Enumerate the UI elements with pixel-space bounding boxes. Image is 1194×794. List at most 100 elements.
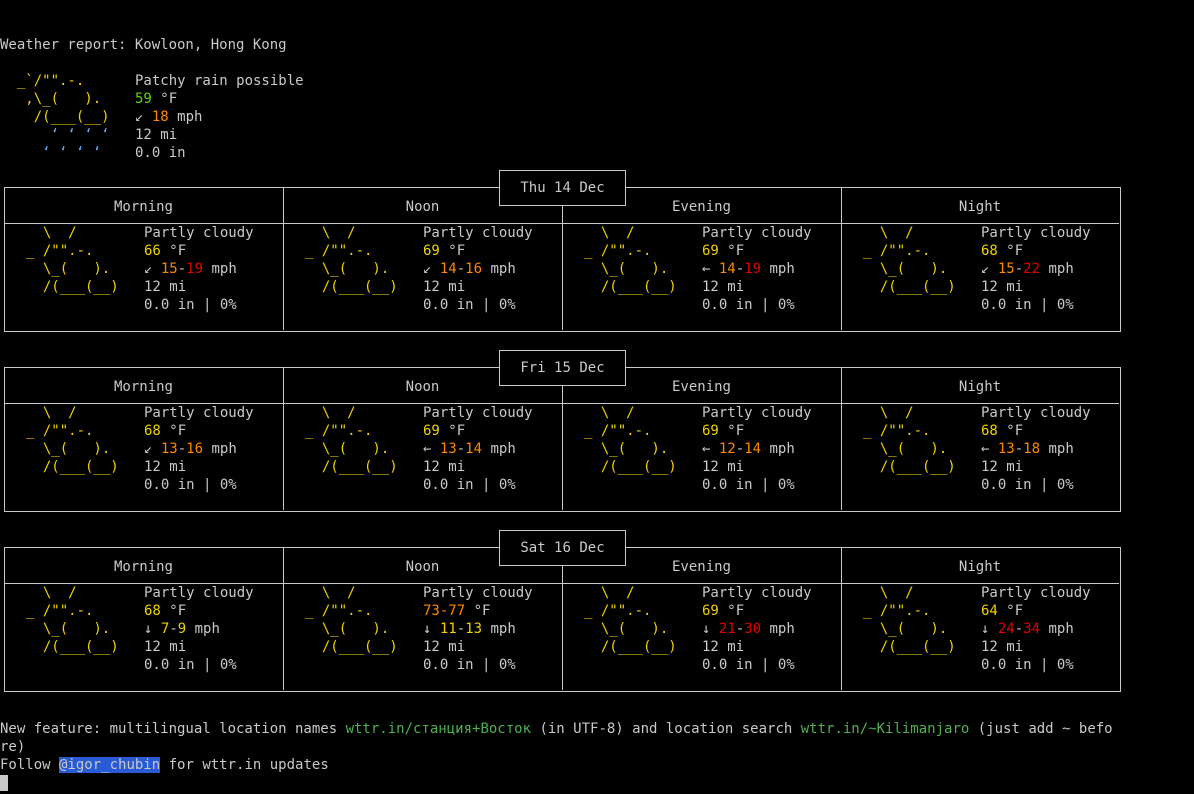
cloud-art-line: _ /"".-.	[863, 243, 965, 259]
cloud-art-line: _ /"".-.	[584, 423, 686, 439]
wind-direction-icon: ←	[981, 441, 990, 457]
cloud-art-line: /(___(__)	[863, 459, 965, 475]
cloud-art-line: /(___(__)	[305, 639, 407, 655]
cell-precip: 0.0 in | 0%	[144, 477, 237, 493]
cloud-art-line: \_( ).	[584, 621, 686, 637]
day-part-label: Morning	[113, 559, 173, 575]
cloud-art-line: _ /"".-.	[26, 243, 128, 259]
wind-direction-icon: ←	[423, 441, 432, 457]
day-part-label: Night	[958, 559, 1002, 575]
cloud-art-line: \_( ).	[26, 621, 128, 637]
feature-notice: New feature: multilingual location names…	[0, 721, 1113, 737]
cell-wind: ← 12-14 mph	[702, 441, 795, 457]
current-precip: 0.0 in	[135, 145, 186, 161]
cloud-art-line: _ /"".-.	[584, 603, 686, 619]
report-title: Weather report: Kowloon, Hong Kong	[0, 37, 287, 53]
example-link-search[interactable]: wttr.in/~Kilimanjaro	[801, 721, 970, 737]
day-part-label: Morning	[113, 199, 173, 215]
current-temp: 59 °F	[135, 91, 178, 107]
cloud-art-line: \ /	[863, 585, 965, 601]
cloud-art-line: \_( ).	[26, 261, 128, 277]
current-visibility: 12 mi	[135, 127, 178, 143]
example-link-station[interactable]: wttr.in/станция+Восток	[346, 721, 531, 737]
cloud-art-line: \ /	[305, 405, 407, 421]
cell-condition: Partly cloudy	[144, 225, 254, 241]
cell-visibility: 12 mi	[144, 459, 187, 475]
day-part-label: Morning	[113, 379, 173, 395]
cell-temp: 64 °F	[981, 603, 1024, 619]
wind-direction-icon: ↙	[981, 261, 990, 277]
cloud-art-line: /(___(__)	[305, 279, 407, 295]
cell-visibility: 12 mi	[981, 459, 1024, 475]
cell-visibility: 12 mi	[144, 279, 187, 295]
cell-wind: ← 14-19 mph	[702, 261, 795, 277]
cloud-art-line: \ /	[584, 585, 686, 601]
cell-temp: 69 °F	[702, 243, 745, 259]
wind-direction-icon: ↓	[702, 621, 711, 637]
cloud-art-line: \_( ).	[584, 261, 686, 277]
cloud-art-line: \ /	[863, 225, 965, 241]
cell-visibility: 12 mi	[423, 459, 466, 475]
wind-direction-icon: ↙	[144, 261, 153, 277]
cell-temp: 68 °F	[144, 423, 187, 439]
cell-temp: 68 °F	[981, 423, 1024, 439]
cloud-art-line: \ /	[26, 405, 128, 421]
cell-condition: Partly cloudy	[423, 405, 533, 421]
cloud-art-line: _ /"".-.	[26, 423, 128, 439]
cloud-art-line: \_( ).	[584, 441, 686, 457]
wind-direction-icon: ↙	[135, 109, 144, 125]
cell-wind: ↙ 13-16 mph	[144, 441, 237, 457]
cell-temp: 68 °F	[144, 603, 187, 619]
cloud-art-line: /(___(__)	[584, 639, 686, 655]
cloud-art-line: _ /"".-.	[305, 243, 407, 259]
terminal-cursor	[0, 775, 8, 791]
wind-direction-icon: ←	[702, 441, 711, 457]
cell-wind: ← 13-14 mph	[423, 441, 516, 457]
cell-wind: ↙ 15-19 mph	[144, 261, 237, 277]
cell-visibility: 12 mi	[981, 639, 1024, 655]
cloud-art-line: \_( ).	[863, 261, 965, 277]
cloud-art-line: \_( ).	[26, 441, 128, 457]
forecast-day: Morning Noon Evening Night Thu 14 Dec \ / _ …	[4, 170, 1121, 332]
cell-condition: Partly cloudy	[144, 405, 254, 421]
cell-precip: 0.0 in | 0%	[144, 297, 237, 313]
cell-precip: 0.0 in | 0%	[423, 297, 516, 313]
cloud-art-line: /(___(__)	[584, 279, 686, 295]
cloud-art-line: _ /"".-.	[863, 423, 965, 439]
cell-precip: 0.0 in | 0%	[981, 297, 1074, 313]
cloud-art-line: _ /"".-.	[305, 603, 407, 619]
cloud-art-line: \_( ).	[305, 261, 407, 277]
cell-precip: 0.0 in | 0%	[981, 477, 1074, 493]
cell-precip: 0.0 in | 0%	[423, 477, 516, 493]
cell-wind: ↓ 24-34 mph	[981, 621, 1074, 637]
cloud-art-line: /(___(__)	[26, 639, 128, 655]
cell-precip: 0.0 in | 0%	[423, 657, 516, 673]
cell-condition: Partly cloudy	[981, 225, 1091, 241]
wind-direction-icon: ↙	[144, 441, 153, 457]
cloud-art-line: \ /	[584, 225, 686, 241]
cell-visibility: 12 mi	[702, 639, 745, 655]
cell-condition: Partly cloudy	[702, 405, 812, 421]
rain-art-line-4: ‘ ‘ ‘ ‘	[0, 127, 119, 143]
forecast-day: Morning Noon Evening Night Sat 16 Dec \ / _ …	[4, 530, 1121, 692]
cell-condition: Partly cloudy	[423, 585, 533, 601]
cell-visibility: 12 mi	[423, 279, 466, 295]
follow-line: Follow @igor_chubin for wttr.in updates	[0, 757, 329, 773]
cell-wind: ↓ 11-13 mph	[423, 621, 516, 637]
cloud-art-line: \ /	[305, 225, 407, 241]
cloud-art-line: \ /	[584, 405, 686, 421]
cell-condition: Partly cloudy	[702, 225, 812, 241]
cell-temp: 66 °F	[144, 243, 187, 259]
cell-wind: ↓ 7-9 mph	[144, 621, 220, 637]
day-title: Thu 14 Dec	[499, 170, 626, 206]
cell-precip: 0.0 in | 0%	[981, 657, 1074, 673]
cell-visibility: 12 mi	[423, 639, 466, 655]
twitter-handle-link[interactable]: @igor_chubin	[59, 757, 161, 773]
cell-temp: 69 °F	[423, 243, 466, 259]
cloud-art-line: _ /"".-.	[305, 423, 407, 439]
cell-condition: Partly cloudy	[702, 585, 812, 601]
cloud-art-line: \ /	[305, 585, 407, 601]
cell-visibility: 12 mi	[981, 279, 1024, 295]
cell-temp: 69 °F	[702, 423, 745, 439]
wind-direction-icon: ↓	[144, 621, 153, 637]
